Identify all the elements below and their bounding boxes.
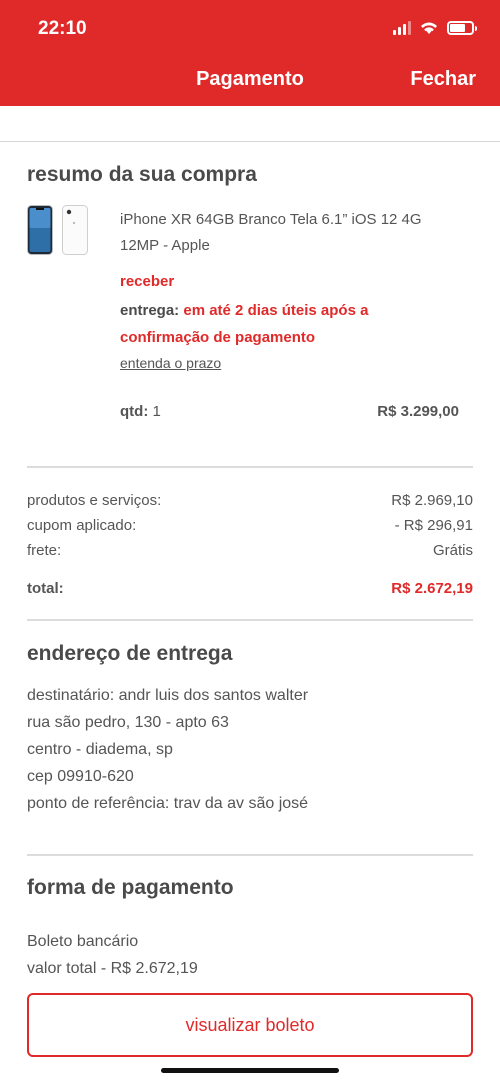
- products-row: produtos e serviços: R$ 2.969,10: [27, 492, 473, 509]
- address-city: centro - diadema, sp: [27, 741, 173, 758]
- payment-total: valor total - R$ 2.672,19: [27, 960, 198, 977]
- divider: [27, 619, 473, 621]
- payment-title: forma de pagamento: [27, 876, 234, 899]
- quantity: qtd: 1: [120, 403, 161, 420]
- total-label: total:: [27, 580, 64, 597]
- receive-label: receber: [120, 273, 175, 290]
- status-time: 22:10: [38, 18, 87, 39]
- payment-method: Boleto bancário: [27, 933, 139, 950]
- delivery-terms-link[interactable]: entenda o prazo: [120, 355, 221, 371]
- delivery-label: entrega:: [120, 302, 180, 319]
- coupon-label: cupom aplicado:: [27, 517, 137, 534]
- status-icons: [393, 20, 477, 35]
- summary-title: resumo da sua compra: [27, 163, 257, 186]
- address-street: rua são pedro, 130 - apto 63: [27, 714, 229, 731]
- view-boleto-button[interactable]: visualizar boleto: [27, 993, 473, 1057]
- shipping-row: frete: Grátis: [27, 542, 473, 559]
- divider: [27, 854, 473, 856]
- address-block: destinatário: andr luis dos santos walte…: [27, 682, 308, 817]
- products-label: produtos e serviços:: [27, 492, 162, 509]
- shipping-label: frete:: [27, 542, 62, 559]
- address-recipient: destinatário: andr luis dos santos walte…: [27, 687, 309, 704]
- coupon-row: cupom aplicado: - R$ 296,91: [27, 517, 473, 534]
- wifi-icon: [421, 22, 437, 34]
- home-indicator[interactable]: [161, 1068, 339, 1073]
- product-back-image: [62, 205, 88, 255]
- shipping-value: Grátis: [432, 542, 473, 559]
- address-reference: ponto de referência: trav da av são josé: [27, 795, 309, 812]
- products-value: R$ 2.969,10: [391, 492, 473, 509]
- product-name: iPhone XR 64GB Branco Tela 6.1” iOS 12 4…: [120, 211, 422, 254]
- close-button[interactable]: Fechar: [410, 68, 476, 91]
- total-row: total: R$ 2.672,19: [27, 580, 473, 597]
- payment-block: Boleto bancário valor total - R$ 2.672,1…: [27, 928, 198, 982]
- divider: [27, 466, 473, 468]
- top-divider: [0, 141, 500, 142]
- total-value: R$ 2.672,19: [391, 580, 473, 597]
- item-price: R$ 3.299,00: [377, 403, 459, 420]
- address-title: endereço de entrega: [27, 642, 233, 665]
- quantity-value: 1: [152, 403, 161, 420]
- delivery-info: entrega: em até 2 dias úteis após a conf…: [120, 297, 450, 351]
- coupon-value: - R$ 296,91: [394, 517, 473, 534]
- app-header: 22:10 Pagamento Fechar: [0, 0, 500, 106]
- quantity-label: qtd:: [120, 403, 149, 420]
- battery-icon: [447, 20, 477, 35]
- product-front-image: [27, 205, 53, 255]
- cellular-signal-icon: [393, 20, 411, 35]
- address-zip: cep 09910-620: [27, 768, 134, 785]
